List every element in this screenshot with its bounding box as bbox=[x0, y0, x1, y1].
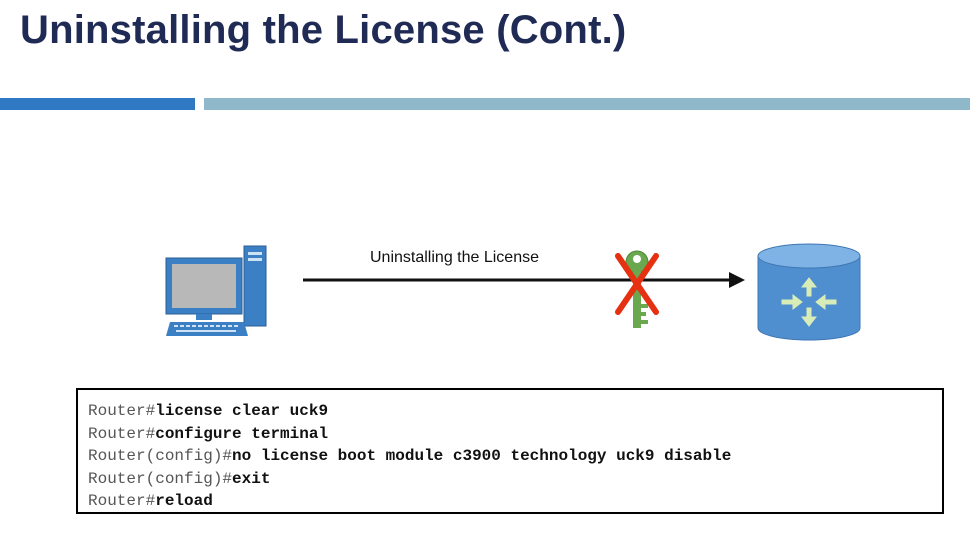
cli-command: license clear uck9 bbox=[155, 402, 329, 420]
cli-command: configure terminal bbox=[155, 424, 329, 443]
x-mark-icon bbox=[615, 253, 659, 315]
cli-line: Router#configure terminal bbox=[88, 423, 942, 446]
cli-command: no license boot module c3900 technology … bbox=[232, 447, 732, 465]
cli-prompt: Router(config)# bbox=[88, 447, 233, 465]
title-underline-primary bbox=[0, 98, 195, 110]
slide-title: Uninstalling the License (Cont.) bbox=[20, 8, 627, 52]
cli-command: reload bbox=[155, 492, 213, 510]
cli-prompt: Router# bbox=[88, 492, 156, 510]
cli-prompt: Router# bbox=[88, 402, 156, 420]
arrow-label: Uninstalling the License bbox=[370, 249, 539, 266]
license-diagram: Uninstalling the License bbox=[0, 200, 970, 360]
cli-prompt: Router(config)# bbox=[88, 469, 233, 488]
cli-line: Router(config)#no license boot module c3… bbox=[88, 445, 942, 468]
cli-line: Router#reload bbox=[88, 490, 942, 513]
router-icon bbox=[757, 243, 861, 341]
cli-line: Router#license clear uck9 bbox=[88, 400, 942, 423]
cli-line: Router(config)#exit bbox=[88, 468, 942, 491]
cli-commands-box: Router#license clear uck9 Router#configu… bbox=[76, 388, 944, 514]
pc-icon bbox=[165, 245, 267, 336]
cli-prompt: Router# bbox=[88, 424, 156, 443]
cli-command: exit bbox=[232, 469, 271, 488]
title-underline-secondary bbox=[204, 98, 970, 110]
arrow-line bbox=[303, 272, 745, 288]
